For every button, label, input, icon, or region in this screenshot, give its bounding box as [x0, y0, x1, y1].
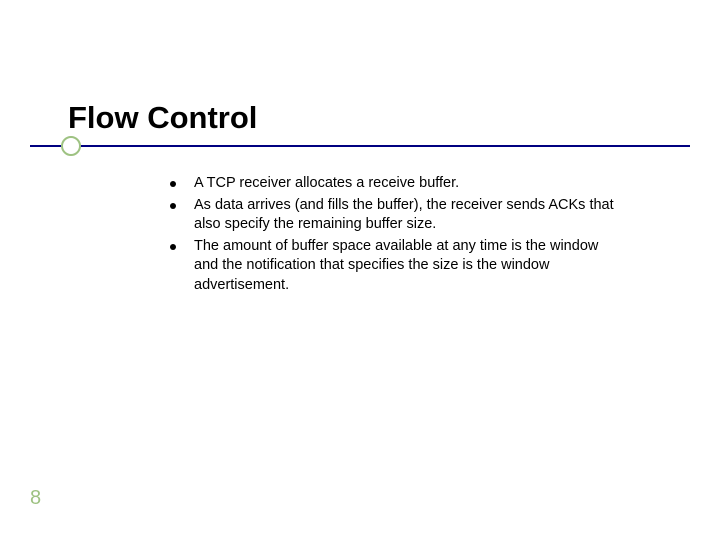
bullet-dot-icon — [170, 203, 176, 209]
bullet-text: As data arrives (and fills the buffer), … — [194, 196, 620, 235]
accent-circle-icon — [61, 136, 81, 156]
slide-title: Flow Control — [68, 100, 257, 136]
bullet-item: As data arrives (and fills the buffer), … — [170, 196, 620, 235]
bullet-item: The amount of buffer space available at … — [170, 237, 620, 296]
bullet-item: A TCP receiver allocates a receive buffe… — [170, 174, 620, 194]
bullet-dot-icon — [170, 181, 176, 187]
bullet-text: A TCP receiver allocates a receive buffe… — [194, 174, 459, 194]
bullet-text: The amount of buffer space available at … — [194, 237, 620, 296]
slide-container: Flow Control A TCP receiver allocates a … — [0, 0, 720, 540]
title-underline — [30, 145, 690, 147]
page-number: 8 — [30, 487, 41, 510]
content-area: A TCP receiver allocates a receive buffe… — [170, 174, 620, 297]
bullet-dot-icon — [170, 244, 176, 250]
